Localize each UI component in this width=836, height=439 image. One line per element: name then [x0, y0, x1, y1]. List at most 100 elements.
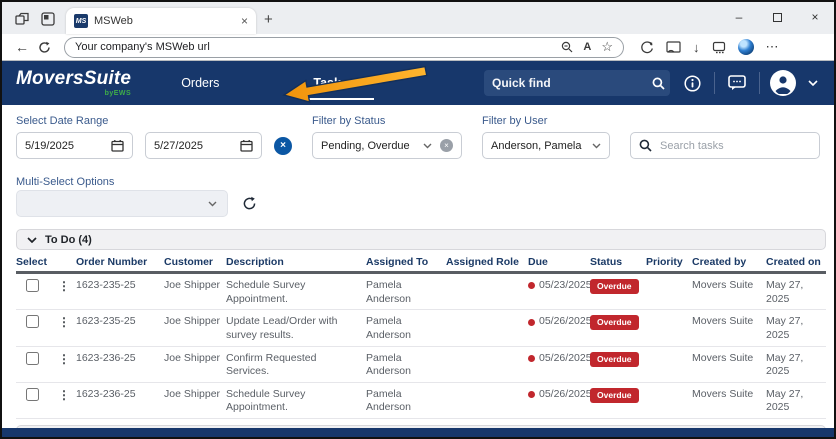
cell-due: 05/23/2025 — [528, 279, 590, 293]
col-status: Status — [590, 256, 646, 268]
multi-select-dropdown[interactable] — [16, 190, 228, 217]
new-tab-button[interactable]: + — [264, 11, 273, 28]
window-close-button[interactable]: × — [796, 2, 834, 32]
cell-order-number: 1623-235-25 — [76, 315, 164, 329]
downloads-icon[interactable]: ↓ — [693, 40, 700, 55]
multi-select-label: Multi-Select Options — [16, 176, 114, 188]
date-to-input[interactable] — [154, 140, 224, 152]
workspaces-icon[interactable] — [14, 11, 30, 27]
row-menu-kebab-icon[interactable]: ⋮ — [52, 352, 76, 368]
search-tasks-field[interactable] — [630, 132, 820, 159]
refresh-button[interactable] — [38, 41, 58, 54]
cell-description: Confirm Requested Services. — [226, 352, 366, 379]
quick-find-input[interactable] — [492, 76, 652, 90]
app-header: MoversSuite byEWS Orders Tasks — [2, 61, 834, 105]
col-created-by: Created by — [692, 256, 766, 268]
refresh-tasks-icon[interactable] — [242, 196, 257, 211]
cell-description: Schedule Survey Appointment. — [226, 279, 366, 306]
row-checkbox[interactable] — [26, 352, 39, 365]
browser-tab-strip: MS MSWeb × + – × — [2, 2, 834, 34]
search-tasks-input[interactable] — [660, 140, 811, 152]
chevron-down-icon — [27, 237, 37, 243]
chat-icon[interactable] — [725, 75, 749, 91]
logo-subtext: byEWS — [16, 90, 131, 97]
section-todo-title: To Do (4) — [45, 234, 92, 246]
filter-bar: Select Date Range × — [16, 115, 826, 159]
favorite-star-icon[interactable]: ☆ — [601, 39, 613, 55]
row-checkbox[interactable] — [26, 315, 39, 328]
browser-essentials-icon[interactable] — [640, 40, 654, 54]
date-from-field[interactable] — [16, 132, 133, 159]
col-order-number: Order Number — [76, 256, 164, 268]
app-nav: Orders Tasks — [179, 70, 350, 96]
task-row: ⋮ 1623-235-25 Joe Shipper Schedule Surve… — [16, 274, 826, 310]
cast-icon[interactable] — [666, 41, 681, 54]
col-select: Select — [16, 256, 52, 268]
row-checkbox[interactable] — [26, 279, 39, 292]
maximize-icon — [773, 13, 782, 22]
tab-title: MSWeb — [94, 15, 235, 27]
chevron-down-icon[interactable] — [208, 201, 217, 207]
logo-text: MoversSuite — [16, 68, 131, 89]
calendar-icon[interactable] — [240, 139, 253, 152]
tab-actions-icon[interactable] — [40, 11, 56, 27]
browser-profile-avatar[interactable] — [738, 39, 754, 55]
back-button[interactable]: ← — [12, 39, 32, 55]
url-input[interactable] — [75, 41, 553, 53]
date-from-input[interactable] — [25, 140, 95, 152]
row-checkbox[interactable] — [26, 388, 39, 401]
cell-customer: Joe Shipper — [164, 279, 226, 293]
cell-order-number: 1623-236-25 — [76, 388, 164, 402]
cell-customer: Joe Shipper — [164, 315, 226, 329]
status-filter-value: Pending, Overdue — [321, 140, 415, 152]
clear-date-filter-icon[interactable]: × — [274, 137, 292, 155]
cell-assigned-to: Pamela Anderson — [366, 352, 446, 379]
status-badge: Overdue — [590, 279, 639, 294]
row-menu-kebab-icon[interactable]: ⋮ — [52, 388, 76, 404]
url-bar[interactable]: A ☆ — [64, 37, 624, 58]
search-icon — [639, 139, 652, 152]
user-filter-select[interactable]: Anderson, Pamela (O... — [482, 132, 610, 159]
quick-find-box[interactable] — [484, 70, 670, 96]
cell-status: Overdue — [590, 279, 646, 294]
web-capture-icon[interactable] — [712, 41, 726, 54]
tab-close-icon[interactable]: × — [241, 14, 248, 28]
moverssuite-logo: MoversSuite byEWS — [16, 69, 131, 97]
status-filter-select[interactable]: Pending, Overdue × — [312, 132, 462, 159]
nav-tab-orders[interactable]: Orders — [179, 70, 221, 96]
chevron-down-icon[interactable] — [592, 143, 601, 149]
calendar-icon[interactable] — [111, 139, 124, 152]
cell-created-by: Movers Suite — [692, 315, 766, 329]
window-maximize-button[interactable] — [758, 2, 796, 32]
section-todo-header[interactable]: To Do (4) — [16, 229, 826, 250]
info-icon[interactable] — [680, 75, 704, 92]
zoom-out-icon[interactable] — [561, 41, 573, 53]
row-menu-kebab-icon[interactable]: ⋮ — [52, 279, 76, 295]
quick-find-search-icon[interactable] — [652, 77, 665, 90]
overdue-dot-icon — [528, 282, 535, 289]
user-avatar[interactable] — [770, 70, 796, 96]
clear-status-filter-icon[interactable]: × — [440, 139, 453, 152]
row-menu-kebab-icon[interactable]: ⋮ — [52, 315, 76, 331]
user-menu-chevron-down-icon[interactable] — [806, 80, 820, 86]
date-to-field[interactable] — [145, 132, 262, 159]
browser-tab[interactable]: MS MSWeb × — [66, 8, 256, 34]
col-description: Description — [226, 256, 366, 268]
read-aloud-icon[interactable]: A — [583, 41, 591, 53]
overdue-dot-icon — [528, 391, 535, 398]
cell-status: Overdue — [590, 352, 646, 367]
header-divider — [759, 72, 760, 94]
col-priority: Priority — [646, 256, 692, 268]
cell-due: 05/26/2025 — [528, 352, 590, 366]
nav-tab-tasks[interactable]: Tasks — [311, 70, 350, 96]
header-divider — [714, 72, 715, 94]
task-row: ⋮ 1623-236-25 Joe Shipper Confirm Reques… — [16, 347, 826, 383]
user-filter-value: Anderson, Pamela (O... — [491, 140, 584, 152]
status-badge: Overdue — [590, 388, 639, 403]
more-options-icon[interactable]: ⋯ — [766, 39, 779, 55]
window-minimize-button[interactable]: – — [720, 2, 758, 32]
chevron-down-icon[interactable] — [423, 143, 432, 149]
browser-toolbar: ← A ☆ ↓ ⋯ — [2, 34, 834, 61]
bottom-bar — [2, 428, 834, 437]
cell-assigned-to: Pamela Anderson — [366, 315, 446, 342]
